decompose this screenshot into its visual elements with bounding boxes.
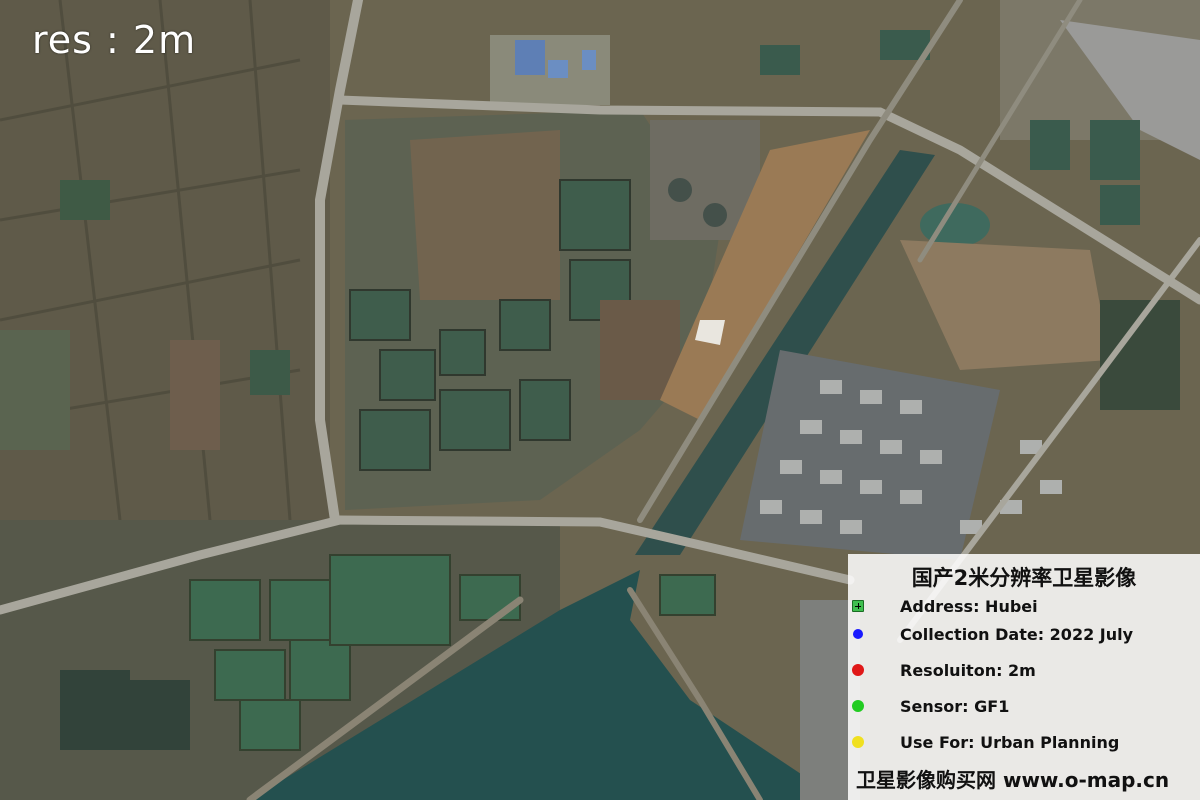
legend-title: 国产2米分辨率卫星影像	[911, 566, 1137, 590]
legend-item-label: Use For: Urban Planning	[900, 732, 1120, 752]
legend-item-label: Resoluiton: 2m	[900, 660, 1036, 680]
legend-item-collection-date: Collection Date: 2022 July	[853, 622, 1134, 646]
satellite-map[interactable]: res : 2m 国产2米分辨率卫星影像 Address: Hubei Coll…	[0, 0, 1200, 800]
website-footer: 卫星影像购买网 www.o-map.cn	[856, 768, 1170, 792]
legend-item-label: Address: Hubei	[900, 596, 1038, 616]
building-blue-roof	[548, 60, 568, 78]
bare-land	[410, 130, 560, 300]
address-marker-icon	[852, 600, 864, 612]
resolution-label: res : 2m	[32, 18, 197, 62]
yellow-dot-icon	[852, 736, 864, 748]
pond	[250, 350, 290, 395]
legend-item-use: Use For: Urban Planning	[852, 730, 1120, 754]
blue-dot-icon	[853, 629, 863, 639]
map-legend: 国产2米分辨率卫星影像 Address: Hubei Collection Da…	[848, 554, 1200, 800]
field	[0, 330, 70, 450]
red-dot-icon	[852, 664, 864, 676]
legend-item-address: Address: Hubei	[852, 594, 1038, 618]
field	[170, 340, 220, 450]
green-dot-icon	[852, 700, 864, 712]
building-blue-roof	[515, 40, 545, 75]
legend-item-label: Collection Date: 2022 July	[900, 624, 1134, 644]
building-blue-roof	[582, 50, 596, 70]
legend-item-resolution: Resoluiton: 2m	[852, 658, 1036, 682]
tank	[668, 178, 692, 202]
legend-item-sensor: Sensor: GF1	[852, 694, 1010, 718]
pond	[60, 180, 110, 220]
dark-ponds-south	[60, 670, 190, 750]
tank	[703, 203, 727, 227]
legend-item-label: Sensor: GF1	[900, 696, 1010, 716]
